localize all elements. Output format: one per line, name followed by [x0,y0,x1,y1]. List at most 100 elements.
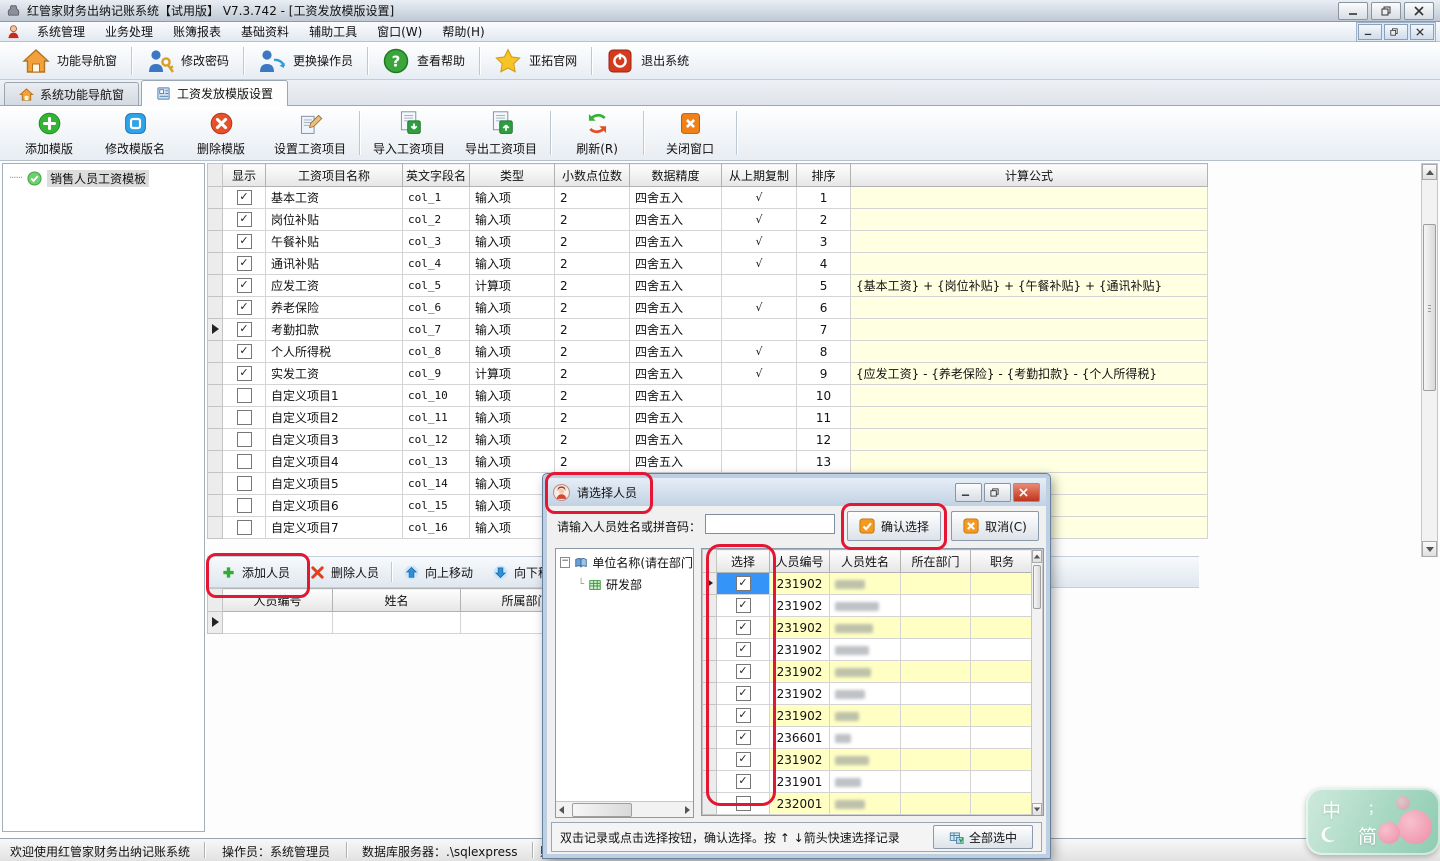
field-name-cell[interactable]: col_10 [403,385,470,407]
column-header-7[interactable]: 排序 [797,164,851,187]
dialog-person-row[interactable]: ✓236601 [703,727,1034,749]
formula-cell[interactable]: {应发工资} - {养老保险} - {考勤扣款} - {个人所得税} [851,363,1208,385]
job-title-cell[interactable] [971,617,1034,639]
column-header-6[interactable]: 从上期复制 [722,164,797,187]
item-name-cell[interactable]: 自定义项目7 [266,517,403,539]
scroll-down-button[interactable] [1422,541,1437,557]
item-name-cell[interactable]: 个人所得税 [266,341,403,363]
checkbox-checked[interactable]: ✓ [736,598,751,613]
formula-cell[interactable] [851,319,1208,341]
copy-cell[interactable]: √ [722,297,797,319]
item-name-cell[interactable]: 自定义项目3 [266,429,403,451]
copy-cell[interactable] [722,319,797,341]
salary-row[interactable]: 自定义项目2col_11输入项2四舍五入11 [208,407,1208,429]
checkbox-checked[interactable]: ✓ [237,234,252,249]
person-name-cell[interactable] [830,749,901,771]
tab-system-navigator[interactable]: 系统功能导航窗 [4,82,139,105]
precision-cell[interactable]: 四舍五入 [630,297,722,319]
person-empty-row[interactable] [208,612,591,634]
show-checkbox-cell[interactable]: ✓ [223,253,266,275]
dialog-person-row[interactable]: ✓231902 [703,683,1034,705]
salary-row[interactable]: ✓实发工资col_9计算项2四舍五入√9{应发工资} - {养老保险} - {考… [208,363,1208,385]
precision-cell[interactable]: 四舍五入 [630,451,722,473]
formula-cell[interactable]: {基本工资} + {岗位补贴} + {午餐补贴} + {通讯补贴} [851,275,1208,297]
select-checkbox-cell[interactable]: ✓ [717,727,770,749]
scroll-down-button[interactable] [1032,803,1042,816]
field-name-cell[interactable]: col_1 [403,187,470,209]
item-name-cell[interactable]: 考勤扣款 [266,319,403,341]
field-name-cell[interactable]: col_8 [403,341,470,363]
field-name-cell[interactable]: col_5 [403,275,470,297]
item-name-cell[interactable]: 养老保险 [266,297,403,319]
salary-row[interactable]: ✓养老保险col_6输入项2四舍五入√6 [208,297,1208,319]
toolbar-button-exit[interactable]: 退出系统 [594,44,701,78]
item-name-cell[interactable]: 自定义项目4 [266,451,403,473]
tab-salary-template-settings[interactable]: 工资发放模版设置 [141,80,288,106]
type-cell[interactable]: 输入项 [470,209,555,231]
type-cell[interactable]: 计算项 [470,363,555,385]
select-checkbox-cell[interactable]: ✓ [717,573,770,595]
select-checkbox-cell[interactable]: ✓ [717,595,770,617]
item-name-cell[interactable]: 通讯补贴 [266,253,403,275]
salary-row[interactable]: ✓基本工资col_1输入项2四舍五入√1 [208,187,1208,209]
order-cell[interactable]: 5 [797,275,851,297]
mdi-minimize-button[interactable] [1358,24,1382,40]
person-column-header-1[interactable]: 姓名 [333,589,461,612]
scroll-thumb[interactable] [1423,224,1436,391]
type-cell[interactable]: 输入项 [470,407,555,429]
person-code-cell[interactable]: 231902 [770,639,830,661]
job-title-cell[interactable] [971,749,1034,771]
person-code-cell[interactable]: 236601 [770,727,830,749]
department-cell[interactable] [901,617,971,639]
delete-person-button[interactable]: 删除人员 [300,560,389,585]
column-header-5[interactable]: 数据精度 [630,164,722,187]
checkbox-checked[interactable]: ✓ [237,344,252,359]
ime-punct-indicator[interactable]: ； [1368,798,1381,817]
precision-cell[interactable]: 四舍五入 [630,429,722,451]
checkbox-checked[interactable]: ✓ [736,642,751,657]
dialog-column-header-4[interactable]: 职务 [971,550,1034,573]
job-title-cell[interactable] [971,793,1034,815]
salary-row[interactable]: ✓午餐补贴col_3输入项2四舍五入√3 [208,231,1208,253]
person-name-cell[interactable] [830,573,901,595]
decimals-cell[interactable]: 2 [555,363,630,385]
moon-icon[interactable] [1320,826,1337,843]
show-checkbox-cell[interactable] [223,429,266,451]
type-cell[interactable]: 输入项 [470,341,555,363]
type-cell[interactable]: 输入项 [470,473,555,495]
empty-cell[interactable] [333,612,461,634]
search-input[interactable] [705,514,835,534]
item-name-cell[interactable]: 实发工资 [266,363,403,385]
select-checkbox-cell[interactable]: ✓ [717,749,770,771]
tree-item-sales-template[interactable]: ······ 销售人员工资模板 [9,170,204,187]
field-name-cell[interactable]: col_3 [403,231,470,253]
person-code-cell[interactable]: 231902 [770,661,830,683]
ime-lang-indicator[interactable]: 中 [1322,796,1341,823]
template-button-close-window[interactable]: 关闭窗口 [647,108,733,159]
field-name-cell[interactable]: col_6 [403,297,470,319]
show-checkbox-cell[interactable] [223,495,266,517]
copy-cell[interactable]: √ [722,363,797,385]
show-checkbox-cell[interactable] [223,517,266,539]
item-name-cell[interactable]: 自定义项目6 [266,495,403,517]
type-cell[interactable]: 输入项 [470,231,555,253]
department-cell[interactable] [901,683,971,705]
order-cell[interactable]: 1 [797,187,851,209]
menu-item-4[interactable]: 基础资料 [231,21,299,42]
checkbox-checked[interactable]: ✓ [237,278,252,293]
item-name-cell[interactable]: 岗位补贴 [266,209,403,231]
person-name-cell[interactable] [830,639,901,661]
add-person-button[interactable]: 添加人员 [211,560,300,585]
copy-cell[interactable]: √ [722,209,797,231]
menu-item-3[interactable]: 账簿报表 [163,21,231,42]
decimals-cell[interactable]: 2 [555,187,630,209]
dialog-person-row[interactable]: ✓231902 [703,661,1034,683]
dialog-person-row[interactable]: ✓231902 [703,705,1034,727]
decimals-cell[interactable]: 2 [555,275,630,297]
show-checkbox-cell[interactable]: ✓ [223,341,266,363]
column-header-3[interactable]: 类型 [470,164,555,187]
person-name-cell[interactable] [830,683,901,705]
order-cell[interactable]: 2 [797,209,851,231]
toolbar-button-switch-user[interactable]: 更换操作员 [246,44,365,78]
decimals-cell[interactable]: 2 [555,209,630,231]
